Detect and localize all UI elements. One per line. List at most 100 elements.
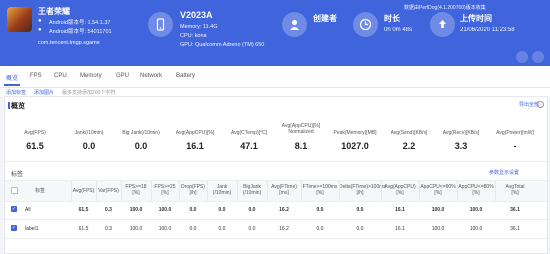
app-package: com.tencent.tmgp.sgame — [38, 40, 100, 46]
table-cell: 100.0 — [469, 207, 483, 213]
column-header[interactable]: Avg(AppCPU) [%] — [381, 184, 419, 196]
summary-value: - — [513, 141, 517, 151]
column-header[interactable]: FPS>=18 [%] — [121, 184, 151, 196]
tab-gpu[interactable]: GPU — [116, 73, 129, 79]
table-cell: 36.1 — [510, 226, 520, 232]
settings-icon[interactable] — [532, 51, 544, 63]
column-header[interactable]: Drop(FPS) [/h] — [179, 184, 207, 196]
column-header[interactable]: Jank (/10min) — [207, 184, 237, 196]
column-divider — [121, 181, 122, 201]
tab-battery[interactable]: Battery — [176, 73, 195, 79]
column-header[interactable]: Var(FPS) — [96, 188, 121, 194]
column-settings-button[interactable]: 参数显示设置 — [489, 169, 519, 176]
help-icon[interactable]: ? — [537, 101, 544, 108]
row-label: label1 — [25, 226, 39, 232]
device-name: V2023A — [180, 10, 213, 20]
row-checkbox[interactable]: ✓ — [11, 206, 17, 212]
summary-value: 3.3 — [454, 141, 468, 151]
summary-value: 8.1 — [294, 141, 308, 151]
table-header: 标签 Avg(FPS) Var(FPS) FPS>=18 [%] FPS>=25 [%]… — [5, 180, 547, 202]
export-all-button[interactable]: 导出全部 — [519, 101, 539, 108]
row-label: All — [25, 207, 31, 213]
table-cell: 100.0 — [129, 207, 143, 213]
column-divider — [301, 181, 302, 201]
table-cell: 100.0 — [431, 226, 445, 232]
creator-label: 创建者 — [313, 14, 337, 23]
phone-icon — [148, 12, 173, 37]
tab-overview[interactable]: 概览 — [6, 73, 18, 82]
column-divider — [96, 181, 97, 201]
clock-icon — [353, 12, 378, 37]
overview-panel: 概览 导出全部 ? Avg(FPS) 61.5 Jank(/10min) 0.0 Big… — [4, 96, 548, 254]
column-divider — [71, 181, 72, 201]
column-header[interactable]: Avg(FPS) — [71, 188, 96, 194]
column-header[interactable]: FTime>=100ms [%] — [301, 184, 339, 196]
column-header[interactable]: AvgTotal [%] — [495, 184, 535, 196]
table-row[interactable]: ✓ label1 61.5 0.3 100.0 100.0 0.0 0.0 0.0 16.2 0.0… — [5, 220, 547, 239]
summary-value: 47.1 — [240, 141, 258, 151]
summary-value: 2.2 — [402, 141, 416, 151]
duration-value: 0h 0m 48s — [384, 27, 413, 33]
column-divider — [381, 181, 382, 201]
tab-cpu[interactable]: CPU — [54, 73, 67, 79]
summary-value: 61.5 — [26, 141, 44, 151]
table-cell: 100.0 — [431, 207, 445, 213]
table-cell: 61.5 — [78, 226, 89, 232]
table-cell: 0.0 — [189, 207, 197, 213]
divider — [5, 161, 547, 162]
column-header[interactable]: AppCPU<=80% [%] — [457, 184, 495, 196]
tab-memory[interactable]: Memory — [80, 73, 102, 79]
row-checkbox[interactable]: ✓ — [11, 225, 17, 231]
summary-label: Avg(FPS) — [24, 130, 46, 136]
add-tag-button[interactable]: 添加标签 — [6, 89, 26, 96]
summary-value: 16.1 — [186, 141, 204, 151]
tab-network[interactable]: Network — [140, 73, 162, 79]
duration-label: 时长 — [384, 14, 400, 23]
device-gpu: GPU: Qualcomm Adreno (TM) 650 — [180, 42, 265, 48]
toolbar-hint: 最多支持添加200个字符 — [62, 90, 116, 96]
tab-bar: 概览 FPS CPU Memory GPU Network Battery — [0, 66, 550, 88]
share-icon[interactable] — [516, 51, 528, 63]
table-cell: 0.0 — [189, 226, 197, 232]
column-header[interactable]: BigJank (/10min) — [237, 184, 267, 196]
table-cell: 0.0 — [316, 207, 324, 213]
column-header[interactable]: AppCPU<=60% [%] — [419, 184, 457, 196]
column-divider — [457, 181, 458, 201]
table-cell: 36.1 — [510, 207, 520, 213]
table-row[interactable]: ✓ All 61.5 0.3 100.0 100.0 0.0 0.0 0.0 16.2 0.0 0.0… — [5, 201, 547, 220]
table-cell: 0.0 — [218, 207, 226, 213]
column-divider — [237, 181, 238, 201]
app-version-name: Android版本号: 1.54.1.37 — [49, 20, 111, 26]
select-all-checkbox[interactable] — [11, 187, 18, 194]
upload-label: 上传时间 — [460, 14, 492, 23]
column-divider — [267, 181, 268, 201]
table-cell: 100.0 — [129, 226, 143, 232]
column-header[interactable]: FPS>=25 [%] — [151, 184, 179, 196]
summary-label: Avg(CTemp)[°C] — [230, 130, 268, 136]
table-cell: 16.2 — [279, 207, 289, 213]
report-header: 王者荣耀 ● Android版本号: 1.54.1.37 ● Android版本… — [0, 0, 550, 66]
add-image-button[interactable]: 添加图片 — [34, 89, 54, 96]
user-icon — [282, 12, 307, 37]
column-header[interactable]: Delta(FTime)>100ms [/h] — [339, 184, 386, 196]
tab-fps[interactable]: FPS — [30, 73, 42, 79]
upload-value: 21/06/2020 11:23:58 — [460, 27, 515, 33]
summary-label: Jank(/10min) — [74, 130, 104, 136]
summary-value: 0.0 — [134, 141, 148, 151]
app-version-code: Android版本号: 54011701 — [49, 29, 112, 35]
table-cell: 16.1 — [395, 226, 405, 232]
column-divider — [495, 181, 496, 201]
column-header[interactable]: 标签 — [25, 188, 55, 194]
table-cell: 0.0 — [218, 226, 226, 232]
section-marker — [8, 102, 10, 109]
summary-label: Avg(AppCPU)[%] — [175, 130, 215, 136]
column-header[interactable]: Avg(FTime) [ms] — [267, 184, 301, 196]
table-cell: 0.3 — [105, 226, 112, 232]
app-icon — [7, 7, 32, 32]
summary-value: 0.0 — [82, 141, 96, 151]
summary-label: Avg(AppCPU)[%] Normalized — [281, 123, 321, 135]
table-cell: 100.0 — [158, 226, 172, 232]
table-cell: 0.0 — [356, 226, 364, 232]
table-cell: 100.0 — [469, 226, 483, 232]
column-divider — [179, 181, 180, 201]
